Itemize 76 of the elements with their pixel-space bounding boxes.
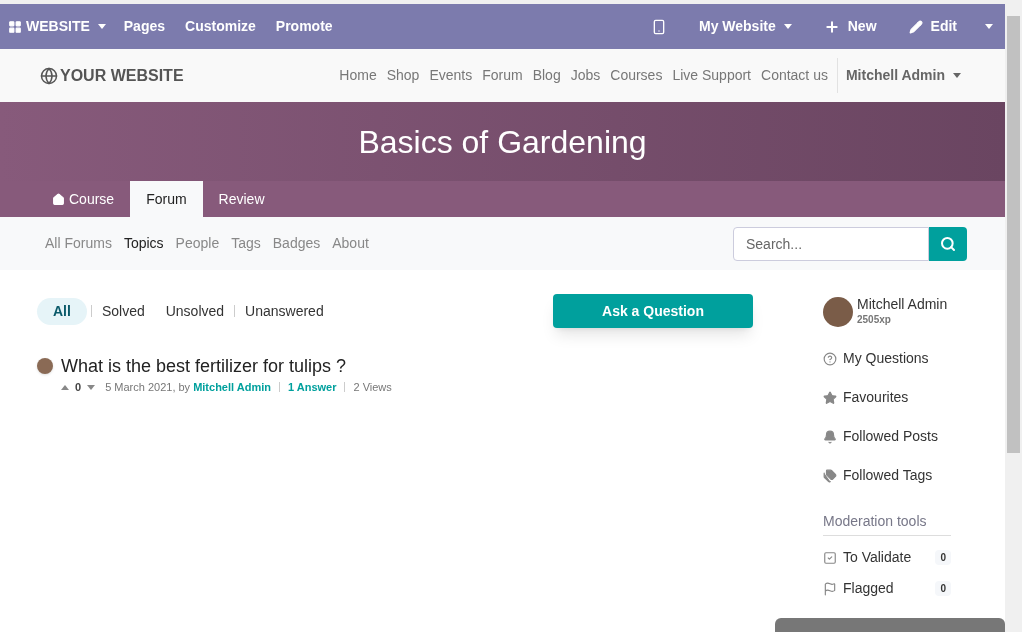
forum-nav-link[interactable]: Badges xyxy=(266,233,327,254)
count-badge: 0 xyxy=(935,581,951,596)
course-tab[interactable]: Forum xyxy=(130,181,203,217)
nav-link[interactable]: Jobs xyxy=(565,65,606,86)
caret-icon xyxy=(953,73,961,78)
website-menu[interactable]: My Website xyxy=(683,16,808,37)
phone-icon xyxy=(651,18,667,35)
post-title[interactable]: What is the best fertilizer for tulips ? xyxy=(61,354,392,378)
nav-link[interactable]: Live Support xyxy=(667,65,756,86)
grid-icon xyxy=(8,19,22,34)
search-icon xyxy=(940,235,956,252)
forum-nav-link[interactable]: Tags xyxy=(225,233,267,254)
author-avatar xyxy=(37,358,53,374)
course-title: Basics of Gardening xyxy=(358,122,647,162)
sidebar-link[interactable]: Followed Posts xyxy=(823,417,951,456)
view-count: 2 Views xyxy=(353,380,392,395)
filter-tab[interactable]: All xyxy=(37,297,87,325)
nav-link[interactable]: Blog xyxy=(527,65,566,86)
globe-icon xyxy=(40,66,58,85)
caret-down-icon xyxy=(87,384,96,390)
admin-menu-item[interactable]: Customize xyxy=(175,16,266,37)
count-badge: 0 xyxy=(935,550,951,565)
caret-icon xyxy=(783,24,792,29)
pencil-icon xyxy=(908,19,923,34)
user-menu[interactable]: Mitchell Admin xyxy=(841,65,961,86)
course-tab[interactable]: Review xyxy=(202,181,281,217)
nav-link[interactable]: Contact us xyxy=(756,65,833,86)
user-xp: 2505xp xyxy=(857,313,892,327)
filter-tab[interactable]: Unsolved xyxy=(159,297,231,325)
sidebar-link[interactable]: Favourites xyxy=(823,378,951,417)
nav-link[interactable]: Courses xyxy=(605,65,668,86)
flag-icon xyxy=(823,581,837,596)
nav-link[interactable]: Home xyxy=(334,65,382,86)
moderation-link[interactable]: To Validate 0 xyxy=(823,542,951,573)
downvote-button[interactable] xyxy=(87,384,96,390)
caret-up-icon xyxy=(61,384,69,390)
sidebar-link[interactable]: Followed Tags xyxy=(823,456,951,495)
nav-link[interactable]: Shop xyxy=(381,65,425,86)
moderation-link[interactable]: Flagged 0 xyxy=(823,573,951,604)
ask-question-button[interactable]: Ask a Question xyxy=(553,294,753,328)
checkbox-icon xyxy=(823,550,837,565)
admin-menu-item[interactable]: Pages xyxy=(113,16,176,37)
app-menu[interactable]: WEBSITE xyxy=(0,16,114,37)
home-icon xyxy=(52,192,65,206)
moderation-heading: Moderation tools xyxy=(823,511,951,536)
search-button[interactable] xyxy=(929,226,967,261)
user-name: Mitchell Admin xyxy=(857,296,948,312)
bell-icon xyxy=(823,429,837,444)
sidebar-link[interactable]: My Questions xyxy=(823,339,951,378)
site-logo[interactable]: YOUR WEBSITE xyxy=(40,63,184,88)
search-field[interactable]: Search... xyxy=(733,226,929,261)
caret-icon xyxy=(97,24,106,29)
star-icon xyxy=(823,390,837,405)
vote-count: 0 xyxy=(75,380,82,395)
user-avatar xyxy=(823,296,853,327)
new-button[interactable]: New xyxy=(807,16,893,37)
filter-tab[interactable]: Solved xyxy=(95,297,151,325)
caret-icon xyxy=(985,24,993,29)
filter-tab[interactable]: Unanswered xyxy=(239,297,330,325)
forum-nav-link[interactable]: People xyxy=(169,233,226,254)
nav-link[interactable]: Forum xyxy=(477,65,528,86)
author-link[interactable]: Mitchell Admin xyxy=(193,379,271,396)
scrollbar-thumb[interactable] xyxy=(1007,16,1020,453)
admin-menu-item[interactable]: Promote xyxy=(265,16,343,37)
forum-nav-link[interactable]: Topics xyxy=(117,233,170,254)
edit-button[interactable]: Edit xyxy=(892,16,973,37)
question-circle-icon xyxy=(823,351,837,366)
course-tab[interactable]: Course xyxy=(36,181,131,217)
answers-link[interactable]: 1 Answer xyxy=(287,379,337,396)
forum-nav-link[interactable]: All Forums xyxy=(39,233,118,254)
post-date: 5 March 2021, by xyxy=(105,380,191,395)
plus-icon xyxy=(823,18,840,35)
tags-icon xyxy=(823,468,837,483)
nav-link[interactable]: Events xyxy=(424,65,478,86)
forum-nav-link[interactable]: About xyxy=(326,233,375,254)
upvote-button[interactable] xyxy=(61,384,69,390)
